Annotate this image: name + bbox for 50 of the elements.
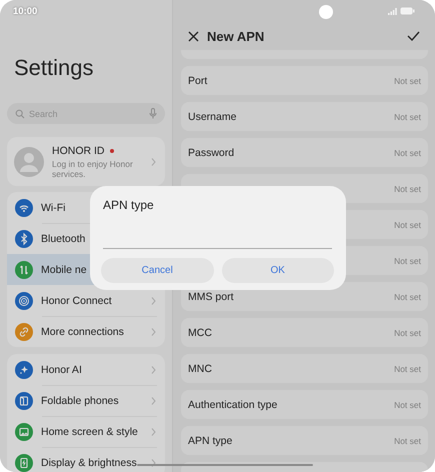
row-label: Password	[188, 146, 236, 158]
row-value: Not set	[394, 364, 421, 374]
battery-icon	[400, 7, 415, 15]
setting-row[interactable]: APN type Not set	[181, 426, 428, 455]
settings-item[interactable]: Display & brightness	[7, 447, 165, 472]
row-value: Not set	[394, 112, 421, 122]
row-label: MNC	[188, 362, 213, 374]
setting-row[interactable]: MNC Not set	[181, 354, 428, 383]
avatar-icon	[14, 146, 44, 176]
settings-item[interactable]: More connections	[7, 316, 165, 347]
row-label: Authentication type	[188, 398, 278, 410]
row-value: Not set	[394, 292, 421, 302]
dialog-title: APN type	[103, 198, 154, 212]
microphone-icon[interactable]	[149, 108, 157, 119]
row-value: Not set	[394, 184, 421, 194]
row-value: Not set	[394, 220, 421, 230]
setting-row[interactable]: Authentication type Not set	[181, 390, 428, 419]
screen-title: New APN	[207, 28, 266, 44]
setting-row[interactable]: MCC Not set	[181, 318, 428, 347]
row-value: Not set	[394, 328, 421, 338]
settings-item[interactable]: Bluetooth	[7, 223, 165, 254]
account-subtitle: Log in to enjoy Honor services.	[52, 158, 134, 178]
search-icon	[15, 108, 25, 118]
setting-row[interactable]: Password Not set	[181, 138, 428, 167]
setting-row[interactable]: Port Not set	[181, 66, 428, 95]
chevron-icon	[150, 156, 157, 166]
setting-row[interactable]: Username Not set	[181, 102, 428, 131]
row-value: Not set	[394, 400, 421, 410]
signal-icon	[388, 8, 397, 14]
settings-item[interactable]: Honor Connect	[7, 285, 165, 316]
row-value: Not set	[394, 76, 421, 86]
row-label: Username	[188, 110, 238, 122]
row-value: Not set	[394, 256, 421, 266]
page-title: Settings	[14, 55, 94, 81]
settings-item[interactable]: Foldable phones	[7, 385, 165, 416]
row-label: APN type	[188, 434, 234, 446]
row-value: Not set	[394, 148, 421, 158]
camera-icon	[319, 5, 333, 19]
row-label: Port	[188, 74, 208, 86]
ok-button[interactable]: OK	[222, 258, 334, 283]
account-name: HONOR ID	[52, 144, 104, 156]
row-label: MCC	[188, 326, 213, 338]
row-value: Not set	[394, 436, 421, 446]
close-icon[interactable]	[188, 30, 199, 42]
row-label: MMS port	[188, 290, 235, 302]
cancel-button[interactable]: Cancel	[101, 258, 214, 283]
checkmark-icon[interactable]	[407, 31, 420, 41]
settings-item[interactable]: Honor AI	[7, 354, 165, 385]
account-card[interactable]: HONOR ID Log in to enjoy Honor services.	[7, 137, 165, 186]
settings-item[interactable]: Home screen & style	[7, 416, 165, 447]
